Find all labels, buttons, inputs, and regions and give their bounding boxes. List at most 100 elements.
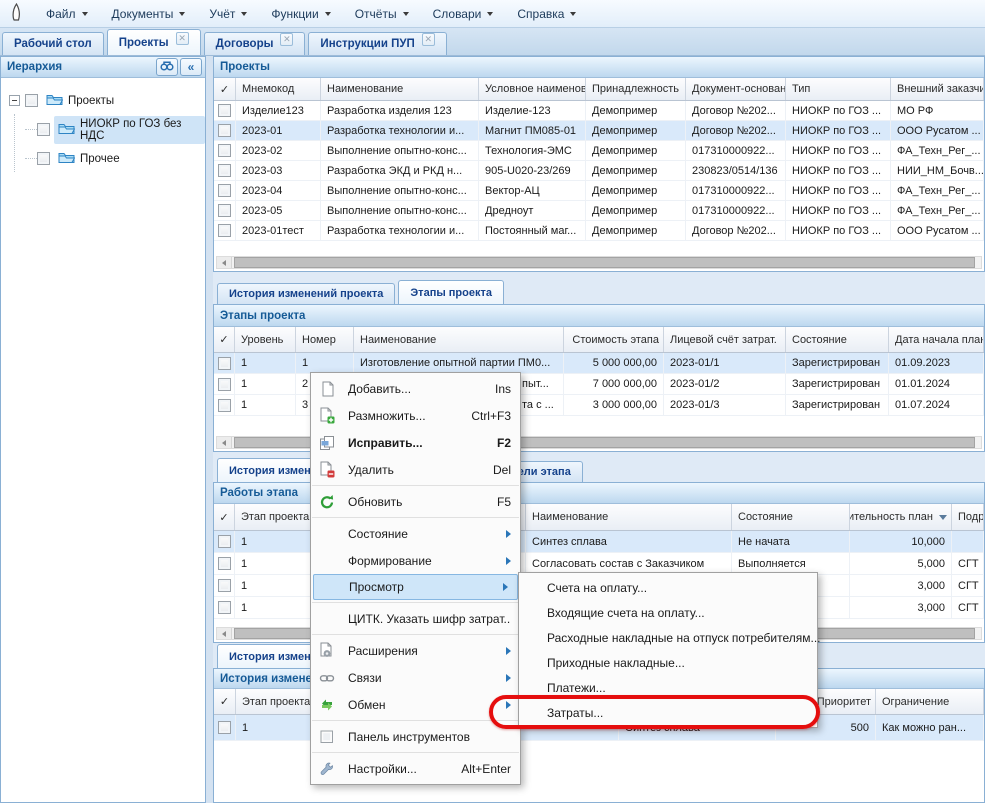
row-checkbox[interactable] xyxy=(218,601,231,614)
menubar-item-0[interactable]: Файл xyxy=(34,2,100,26)
dropdown-caret-icon xyxy=(570,12,576,16)
row-checkbox[interactable] xyxy=(218,721,231,734)
scroll-left-button[interactable] xyxy=(217,628,232,639)
workspace-tab-3[interactable]: Инструкции ПУП✕ xyxy=(308,32,446,55)
column-header[interactable]: Документ-основан xyxy=(686,78,786,100)
menubar-item-2[interactable]: Учёт xyxy=(197,2,259,26)
context-menu-item-17[interactable]: Панель инструментов xyxy=(311,723,520,750)
select-all-header[interactable]: ✓ xyxy=(214,504,235,530)
submenu-item-3[interactable]: Приходные накладные... xyxy=(519,650,817,675)
row-checkbox[interactable] xyxy=(218,204,231,217)
table-row[interactable]: 2023-05Выполнение опытно-конс...Дредноут… xyxy=(214,201,984,221)
column-header[interactable]: Стоимость этапа xyxy=(564,327,664,352)
tree-expander-icon[interactable] xyxy=(9,95,20,106)
section-tab-0[interactable]: История изменений проекта xyxy=(217,283,395,304)
context-menu-item-3[interactable]: УдалитьDel xyxy=(311,456,520,483)
tree-checkbox[interactable] xyxy=(37,123,50,136)
row-checkbox[interactable] xyxy=(218,104,231,117)
tree-node-2[interactable]: Прочее xyxy=(1,144,205,173)
panel-splitter[interactable] xyxy=(206,56,213,803)
column-header[interactable]: Наименование xyxy=(354,327,564,352)
table-row[interactable]: 11Изготовление опытной партии ПМ0...5 00… xyxy=(214,353,984,374)
column-header[interactable]: Дата начала план xyxy=(889,327,984,352)
tree-checkbox[interactable] xyxy=(37,152,50,165)
column-header[interactable]: Условное наименова xyxy=(479,78,586,100)
table-row[interactable]: 2023-01тестРазработка технологии и...Пос… xyxy=(214,221,984,241)
menubar-item-3[interactable]: Функции xyxy=(259,2,342,26)
scroll-left-button[interactable] xyxy=(217,437,232,448)
column-header[interactable]: Тип xyxy=(786,78,891,100)
workspace-tab-1[interactable]: Проекты✕ xyxy=(107,29,201,55)
context-menu-item-11[interactable]: ЦИТК. Указать шифр затрат... xyxy=(311,605,520,632)
column-header[interactable]: Номер xyxy=(296,327,354,352)
tab-close-icon[interactable]: ✕ xyxy=(280,33,293,46)
submenu-item-0[interactable]: Счета на оплату... xyxy=(519,575,817,600)
column-header[interactable]: Принадлежность xyxy=(586,78,686,100)
context-menu-item-5[interactable]: ОбновитьF5 xyxy=(311,488,520,515)
column-header[interactable]: Наименование xyxy=(526,504,732,530)
row-checkbox[interactable] xyxy=(218,579,231,592)
table-row[interactable]: 2023-02Выполнение опытно-конс...Технолог… xyxy=(214,141,984,161)
column-header[interactable]: Состояние xyxy=(732,504,850,530)
section-tab-1[interactable]: Этапы проекта xyxy=(398,280,504,304)
tab-close-icon[interactable]: ✕ xyxy=(176,32,189,45)
context-menu-item-2[interactable]: Исправить...F2 xyxy=(311,429,520,456)
context-menu-item-8[interactable]: Формирование xyxy=(311,547,520,574)
row-checkbox[interactable] xyxy=(218,184,231,197)
tree-checkbox[interactable] xyxy=(25,94,38,107)
context-menu-item-19[interactable]: Настройки...Alt+Enter xyxy=(311,755,520,782)
horizontal-scrollbar[interactable] xyxy=(216,256,982,269)
menubar-item-6[interactable]: Справка xyxy=(505,2,588,26)
table-row[interactable]: 2023-04Выполнение опытно-конс...Вектор-А… xyxy=(214,181,984,201)
row-checkbox[interactable] xyxy=(218,224,231,237)
column-header[interactable]: Мнемокод xyxy=(236,78,321,100)
tree-node-label-wrap[interactable]: Проекты xyxy=(42,90,118,111)
context-menu-item-1[interactable]: Размножить...Ctrl+F3 xyxy=(311,402,520,429)
section-tab-0[interactable]: История измен xyxy=(217,458,323,482)
context-menu-item-14[interactable]: Связи xyxy=(311,664,520,691)
section-tab-0[interactable]: История измен xyxy=(217,644,323,668)
workspace-tab-0[interactable]: Рабочий стол xyxy=(2,32,104,55)
table-row[interactable]: 2023-03Разработка ЭКД и РКД н...905-U020… xyxy=(214,161,984,181)
tree-node-label-wrap[interactable]: НИОКР по ГОЗ без НДС xyxy=(54,116,205,144)
tab-close-icon[interactable]: ✕ xyxy=(422,33,435,46)
row-checkbox[interactable] xyxy=(218,535,231,548)
row-checkbox[interactable] xyxy=(218,557,231,570)
column-header[interactable]: Состояние xyxy=(786,327,889,352)
submenu-item-2[interactable]: Расходные накладные на отпуск потребител… xyxy=(519,625,817,650)
select-all-header[interactable]: ✓ xyxy=(214,689,236,714)
row-checkbox[interactable] xyxy=(218,357,231,370)
tree-node-0[interactable]: Проекты xyxy=(1,86,205,115)
table-row[interactable]: 2023-01Разработка технологии и...Магнит … xyxy=(214,121,984,141)
row-checkbox[interactable] xyxy=(218,144,231,157)
tree-node-label-wrap[interactable]: Прочее xyxy=(54,148,124,169)
menubar-item-1[interactable]: Документы xyxy=(100,2,198,26)
workspace-tab-2[interactable]: Договоры✕ xyxy=(204,32,306,55)
select-all-header[interactable]: ✓ xyxy=(214,327,235,352)
menubar-item-5[interactable]: Словари xyxy=(421,2,506,26)
scroll-left-button[interactable] xyxy=(217,257,232,268)
table-row[interactable]: Изделие123Разработка изделия 123Изделие-… xyxy=(214,101,984,121)
row-checkbox[interactable] xyxy=(218,124,231,137)
tree-node-1[interactable]: НИОКР по ГОЗ без НДС xyxy=(1,115,205,144)
column-header[interactable]: Лицевой счёт затрат. xyxy=(664,327,786,352)
column-header[interactable]: Наименование xyxy=(321,78,479,100)
scrollbar-thumb[interactable] xyxy=(234,257,975,268)
select-all-header[interactable]: ✓ xyxy=(214,78,236,100)
collapse-panel-button[interactable]: « xyxy=(180,58,202,76)
context-menu-item-0[interactable]: Добавить...Ins xyxy=(311,375,520,402)
column-header[interactable]: Длительность план xyxy=(850,504,952,530)
find-button[interactable] xyxy=(156,58,178,76)
column-header[interactable]: Подр xyxy=(952,504,984,530)
submenu-item-1[interactable]: Входящие счета на оплату... xyxy=(519,600,817,625)
context-menu-item-9[interactable]: Просмотр xyxy=(313,574,518,600)
row-checkbox[interactable] xyxy=(218,378,231,391)
context-menu-item-7[interactable]: Состояние xyxy=(311,520,520,547)
menubar-item-4[interactable]: Отчёты xyxy=(343,2,421,26)
column-header[interactable]: Ограничение xyxy=(876,689,984,714)
context-menu-item-13[interactable]: Расширения xyxy=(311,637,520,664)
row-checkbox[interactable] xyxy=(218,399,231,412)
column-header[interactable]: Внешний заказчик xyxy=(891,78,984,100)
column-header[interactable]: Уровень xyxy=(235,327,296,352)
row-checkbox[interactable] xyxy=(218,164,231,177)
